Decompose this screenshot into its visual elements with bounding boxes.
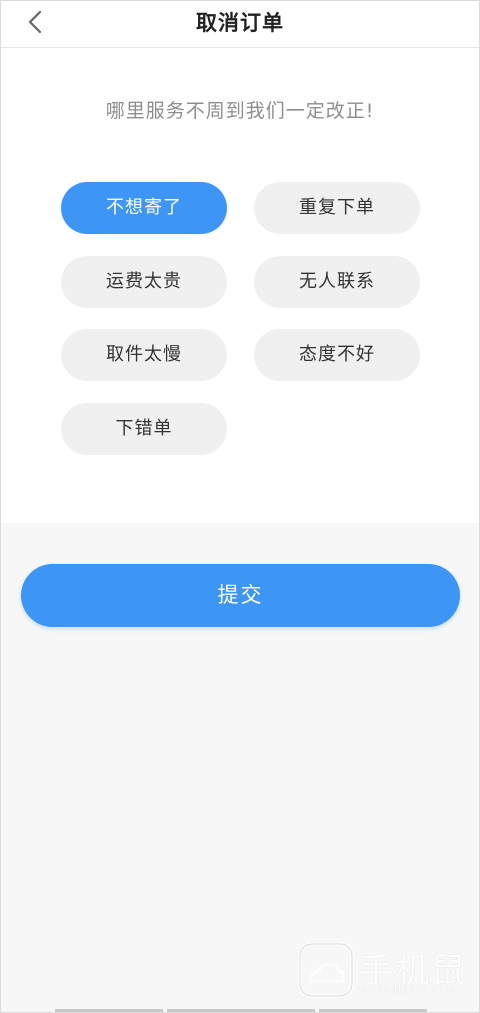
watermark-icon — [298, 942, 354, 998]
bottom-bar-segment — [167, 1009, 315, 1012]
page-title: 取消订单 — [196, 11, 284, 35]
reason-chip-bad-attitude[interactable]: 态度不好 — [254, 329, 420, 381]
bottom-bar-segment — [55, 1009, 163, 1012]
reason-chip-shipping-expensive[interactable]: 运费太贵 — [61, 256, 227, 308]
watermark-logo: 手机鼠 SHOUJISHU.COM — [297, 941, 467, 1001]
cancel-order-page: 取消订单 哪里服务不周到我们一定改正! 不想寄了 重复下单 运费太贵 无人联系 … — [0, 0, 480, 1013]
reason-panel: 哪里服务不周到我们一定改正! 不想寄了 重复下单 运费太贵 无人联系 取件太慢 … — [1, 48, 479, 523]
bottom-bar-segment — [319, 1009, 427, 1012]
prompt-text: 哪里服务不周到我们一定改正! — [105, 100, 375, 122]
reason-chip-wrong-order[interactable]: 下错单 — [61, 403, 227, 455]
reason-chip-pickup-slow[interactable]: 取件太慢 — [61, 329, 227, 381]
submit-button[interactable]: 提交 — [21, 564, 460, 627]
reason-chip-no-contact[interactable]: 无人联系 — [254, 256, 420, 308]
watermark-url: SHOUJISHU.COM — [361, 985, 457, 996]
reason-chip-not-sending[interactable]: 不想寄了 — [61, 182, 227, 234]
reason-chip-duplicate-order[interactable]: 重复下单 — [254, 182, 420, 234]
header-bar: 取消订单 — [1, 1, 479, 48]
